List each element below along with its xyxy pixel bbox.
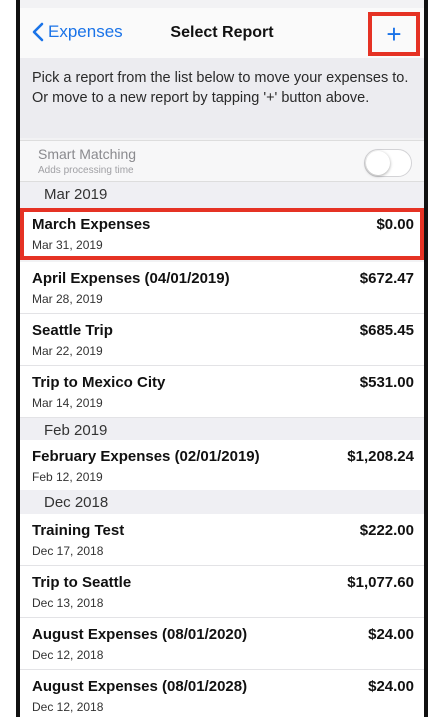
report-row[interactable]: April Expenses (04/01/2019) Mar 28, 2019… — [20, 262, 424, 314]
report-date: Mar 14, 2019 — [32, 396, 103, 410]
report-amount: $24.00 — [368, 678, 414, 695]
plus-icon: + — [386, 19, 402, 49]
report-name: Training Test — [32, 522, 125, 539]
report-name: April Expenses (04/01/2019) — [32, 270, 230, 287]
section-header-mar-2019: Mar 2019 — [20, 182, 424, 208]
report-name: August Expenses (08/01/2020) — [32, 626, 248, 643]
report-row[interactable]: Trip to Seattle Dec 13, 2018 $1,077.60 — [20, 566, 424, 618]
smart-matching-toggle[interactable] — [364, 149, 412, 177]
report-amount: $222.00 — [359, 522, 414, 539]
toggle-knob — [366, 151, 390, 175]
report-date: Mar 28, 2019 — [32, 292, 103, 306]
smart-matching-label: Smart Matching — [38, 146, 137, 162]
report-amount: $672.47 — [359, 270, 414, 287]
report-name: Seattle Trip — [32, 322, 113, 339]
page-title: Select Report — [170, 24, 274, 41]
section-header-dec-2018: Dec 2018 — [20, 490, 424, 516]
report-date: Mar 31, 2019 — [32, 238, 103, 252]
phone-screen: Expenses Select Report + Pick a report f… — [16, 0, 428, 717]
report-name: Trip to Mexico City — [32, 374, 166, 391]
report-amount: $24.00 — [368, 626, 414, 643]
report-row[interactable]: Trip to Mexico City Mar 14, 2019 $531.00 — [20, 366, 424, 418]
report-amount: $531.00 — [359, 374, 414, 391]
add-report-button[interactable]: + — [368, 12, 420, 56]
report-date: Mar 22, 2019 — [32, 344, 103, 358]
report-amount: $685.45 — [359, 322, 414, 339]
report-amount: $1,208.24 — [347, 448, 414, 465]
report-row[interactable]: August Expenses (08/01/2028) Dec 12, 201… — [20, 670, 424, 717]
smart-matching-sublabel: Adds processing time — [38, 165, 134, 176]
report-date: Dec 12, 2018 — [32, 648, 104, 662]
instruction-text: Pick a report from the list below to mov… — [20, 58, 424, 138]
report-name: March Expenses — [32, 216, 151, 233]
report-row[interactable]: February Expenses (02/01/2019) Feb 12, 2… — [20, 440, 424, 492]
report-amount: $0.00 — [376, 216, 414, 233]
smart-matching-row: Smart Matching Adds processing time — [20, 140, 424, 182]
report-amount: $1,077.60 — [347, 574, 414, 591]
report-date: Dec 13, 2018 — [32, 596, 104, 610]
report-row[interactable]: Seattle Trip Mar 22, 2019 $685.45 — [20, 314, 424, 366]
report-row-march-expenses[interactable]: March Expenses Mar 31, 2019 $0.00 — [20, 208, 424, 260]
report-row[interactable]: August Expenses (08/01/2020) Dec 12, 201… — [20, 618, 424, 670]
report-name: August Expenses (08/01/2028) — [32, 678, 248, 695]
report-name: Trip to Seattle — [32, 574, 132, 591]
report-date: Feb 12, 2019 — [32, 470, 103, 484]
report-row[interactable]: Training Test Dec 17, 2018 $222.00 — [20, 514, 424, 566]
navigation-bar: Expenses Select Report + — [20, 8, 424, 59]
report-date: Dec 12, 2018 — [32, 700, 104, 714]
report-date: Dec 17, 2018 — [32, 544, 104, 558]
report-name: February Expenses (02/01/2019) — [32, 448, 260, 465]
